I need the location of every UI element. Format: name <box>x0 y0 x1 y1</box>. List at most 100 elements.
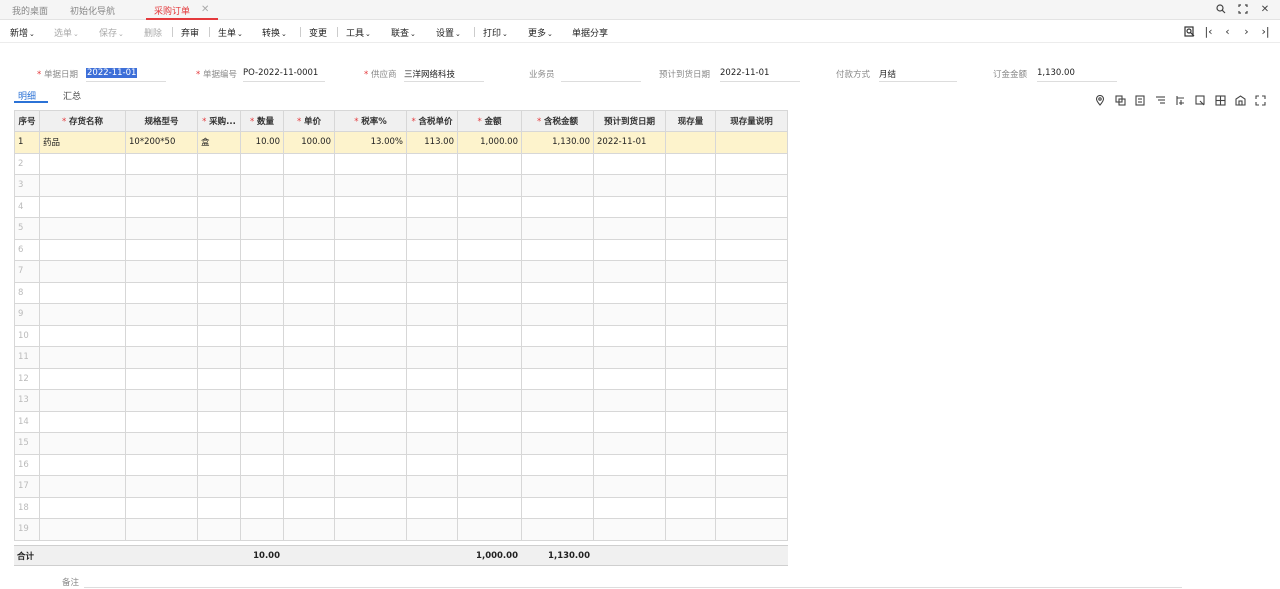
grid-cell[interactable] <box>283 281 335 304</box>
new-button[interactable]: 新增⌄ <box>10 26 35 39</box>
grid-cell[interactable] <box>39 324 126 347</box>
grid-cell[interactable] <box>521 152 594 175</box>
grid-cell[interactable] <box>334 238 407 261</box>
grid-cell[interactable] <box>593 389 666 412</box>
grid-cell[interactable] <box>240 281 284 304</box>
grid-cell[interactable] <box>283 367 335 390</box>
grid-cell[interactable] <box>197 518 241 541</box>
tab-init-nav[interactable]: 初始化导航 <box>70 4 115 17</box>
grid-cell[interactable]: 盒 <box>197 131 241 154</box>
grid-cell[interactable] <box>283 303 335 326</box>
grid-cell[interactable] <box>240 260 284 283</box>
grid-cell[interactable] <box>457 260 522 283</box>
grid-cell[interactable] <box>240 367 284 390</box>
grid-cell[interactable] <box>240 496 284 519</box>
table-row[interactable]: 12 <box>14 367 788 390</box>
grid-cell[interactable] <box>593 260 666 283</box>
grid-cell[interactable] <box>197 174 241 197</box>
grid-cell[interactable] <box>283 195 335 218</box>
grid-cell[interactable] <box>715 195 788 218</box>
grid-cell[interactable] <box>457 174 522 197</box>
grid-cell[interactable] <box>665 367 716 390</box>
grid-cell[interactable] <box>334 217 407 240</box>
grid-cell[interactable] <box>715 303 788 326</box>
grid-cell[interactable] <box>665 432 716 455</box>
change-button[interactable]: 变更 <box>309 26 327 39</box>
grid-cell[interactable] <box>334 367 407 390</box>
grid-cell[interactable] <box>334 174 407 197</box>
grid-cell[interactable] <box>39 432 126 455</box>
grid-cell[interactable] <box>457 346 522 369</box>
grid-cell[interactable] <box>593 303 666 326</box>
grid-cell[interactable] <box>240 432 284 455</box>
grid-cell[interactable] <box>240 303 284 326</box>
grid-cell[interactable]: 113.00 <box>406 131 458 154</box>
grid-cell[interactable] <box>125 238 198 261</box>
grid-cell[interactable] <box>39 410 126 433</box>
table-row[interactable]: 1 药品 10*200*50 盒 10.00 100.00 13.00% 113.00 1,00… <box>14 131 788 154</box>
grid-cell[interactable] <box>715 432 788 455</box>
grid-cell[interactable] <box>521 475 594 498</box>
grid-cell[interactable] <box>715 410 788 433</box>
grid-cell[interactable] <box>334 346 407 369</box>
grid-cell[interactable] <box>406 281 458 304</box>
fullscreen-icon[interactable] <box>1236 2 1250 16</box>
grid-cell[interactable] <box>665 324 716 347</box>
grid-cell[interactable] <box>197 389 241 412</box>
date-field[interactable]: 2022-11-01 <box>86 68 138 78</box>
grid-cell[interactable] <box>283 496 335 519</box>
grid-cell[interactable] <box>283 389 335 412</box>
grid-cell[interactable] <box>593 518 666 541</box>
grid-cell[interactable] <box>334 260 407 283</box>
more-button[interactable]: 更多⌄ <box>528 26 553 39</box>
grid-cell[interactable] <box>39 496 126 519</box>
grid-cell[interactable] <box>39 518 126 541</box>
grid-cell[interactable] <box>457 367 522 390</box>
grid-cell[interactable] <box>665 195 716 218</box>
grid-cell[interactable] <box>521 303 594 326</box>
grid-cell[interactable] <box>665 281 716 304</box>
grid-cell[interactable] <box>39 174 126 197</box>
table-row[interactable]: 9 <box>14 303 788 326</box>
grid-cell[interactable] <box>39 195 126 218</box>
grid-cell[interactable] <box>665 131 716 154</box>
grid-cell[interactable] <box>715 238 788 261</box>
grid-cell[interactable] <box>334 389 407 412</box>
grid-cell[interactable]: 13.00% <box>334 131 407 154</box>
grid-cell[interactable]: 10*200*50 <box>125 131 198 154</box>
grid-cell[interactable] <box>715 518 788 541</box>
grid-cell[interactable] <box>283 432 335 455</box>
grid-cell[interactable] <box>715 324 788 347</box>
grid-cell[interactable] <box>283 260 335 283</box>
grid-cell[interactable] <box>457 217 522 240</box>
grid-cell[interactable] <box>334 281 407 304</box>
grid-cell[interactable] <box>39 367 126 390</box>
table-row[interactable]: 5 <box>14 217 788 240</box>
grid-cell[interactable] <box>125 195 198 218</box>
grid-cell[interactable] <box>521 453 594 476</box>
table-row[interactable]: 8 <box>14 281 788 304</box>
payment-field[interactable]: 月结 <box>879 68 896 80</box>
grid-cell[interactable] <box>283 152 335 175</box>
grid-cell[interactable] <box>197 496 241 519</box>
table-row[interactable]: 7 <box>14 260 788 283</box>
warehouse-icon[interactable] <box>1234 94 1246 106</box>
grid-cell[interactable] <box>39 260 126 283</box>
export-icon[interactable] <box>1194 94 1206 106</box>
grid-cell[interactable] <box>715 453 788 476</box>
grid-cell[interactable] <box>197 475 241 498</box>
subtab-summary[interactable]: 汇总 <box>63 89 81 102</box>
grid-cell[interactable] <box>125 346 198 369</box>
grid-cell[interactable] <box>406 432 458 455</box>
grid-cell[interactable] <box>283 410 335 433</box>
grid-cell[interactable] <box>125 432 198 455</box>
grid-cell[interactable] <box>715 389 788 412</box>
grid-cell[interactable] <box>39 238 126 261</box>
grid-cell[interactable] <box>593 367 666 390</box>
grid-cell[interactable] <box>593 195 666 218</box>
grid-cell[interactable] <box>457 475 522 498</box>
grid-cell[interactable] <box>715 260 788 283</box>
col-header[interactable]: 序号 <box>14 110 40 132</box>
grid-cell[interactable] <box>125 389 198 412</box>
last-record-icon[interactable]: ›| <box>1259 24 1272 38</box>
